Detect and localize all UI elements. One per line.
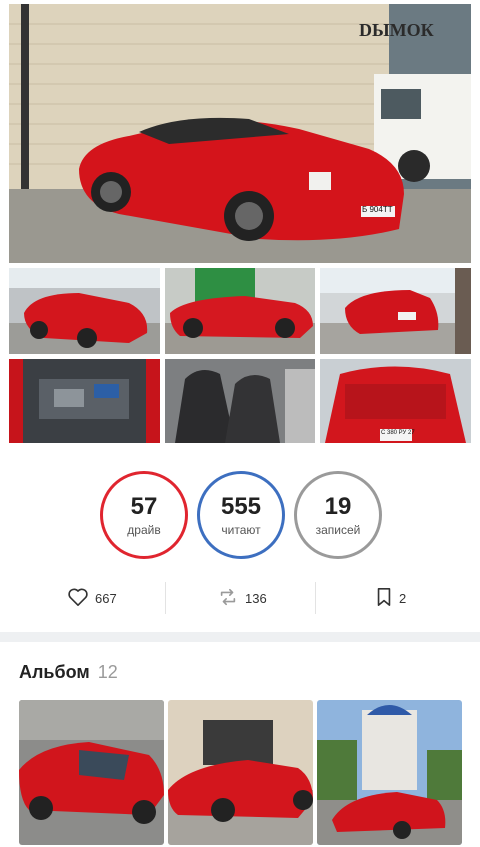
album-title: Альбом <box>19 662 90 682</box>
license-plate: Б 904ТТ <box>362 205 393 214</box>
stats-card: 57 драйв 555 читают 19 записей 667 136 2 <box>0 452 480 632</box>
building-sign: DЫМОК <box>359 20 434 40</box>
drive-stat[interactable]: 57 драйв <box>100 471 188 559</box>
action-bar: 667 136 2 <box>0 580 480 616</box>
followers-count: 555 <box>220 492 262 520</box>
gallery-thumb-6[interactable]: С 380 РУ 27 <box>320 359 471 443</box>
gallery-thumb-2[interactable] <box>165 268 315 354</box>
repost-icon <box>217 587 239 610</box>
repost-count: 136 <box>245 590 267 606</box>
divider <box>165 582 166 614</box>
drive-count: 57 <box>130 492 158 520</box>
posts-label: записей <box>315 522 361 537</box>
gallery-thumb-3[interactable] <box>320 268 471 354</box>
bookmark-icon <box>375 587 393 610</box>
photo-gallery: DЫМОК Б 904ТТ С 380 РУ 27 <box>0 0 480 452</box>
posts-count: 19 <box>324 492 352 520</box>
album-photo-1[interactable] <box>19 700 164 845</box>
album-count: 12 <box>97 662 118 682</box>
drive-label: драйв <box>127 522 161 537</box>
hero-photo[interactable]: DЫМОК Б 904ТТ <box>9 4 471 263</box>
divider <box>315 582 316 614</box>
gallery-thumb-1[interactable] <box>9 268 160 354</box>
like-button[interactable]: 667 <box>67 580 117 616</box>
bookmark-count: 2 <box>399 590 407 606</box>
repost-button[interactable]: 136 <box>217 580 267 616</box>
posts-stat[interactable]: 19 записей <box>294 471 382 559</box>
heart-icon <box>67 587 89 610</box>
album-photo-3[interactable] <box>317 700 462 845</box>
gallery-thumb-5[interactable] <box>165 359 315 443</box>
trunk-license-plate: С 380 РУ 27 <box>381 430 415 436</box>
album-section: Альбом 12 <box>0 642 480 847</box>
album-header[interactable]: Альбом 12 <box>19 662 118 683</box>
followers-label: читают <box>221 522 261 537</box>
bookmark-button[interactable]: 2 <box>375 580 406 616</box>
gallery-thumb-4[interactable] <box>9 359 160 443</box>
followers-stat[interactable]: 555 читают <box>197 471 285 559</box>
album-photo-2[interactable] <box>168 700 313 845</box>
like-count: 667 <box>95 590 117 606</box>
